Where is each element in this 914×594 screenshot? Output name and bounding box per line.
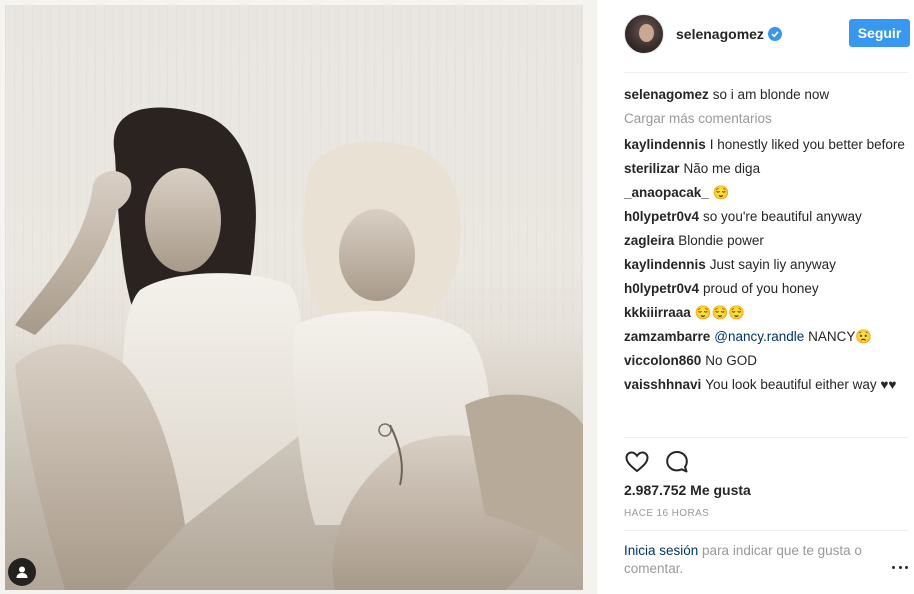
comment-item: zagleira Blondie power [624,232,908,250]
comment-author[interactable]: zagleira [624,233,674,248]
header-divider [624,72,908,73]
comment-author[interactable]: kaylindennis [624,137,706,152]
comment-author[interactable]: h0lypetr0v4 [624,281,699,296]
comment-mention-link[interactable]: @nancy.randle [714,329,804,344]
login-divider [624,530,908,531]
avatar[interactable] [624,14,664,54]
comment-icon[interactable] [664,449,690,475]
comment-text: Não me diga [683,161,761,176]
comment-text: Just sayin liy anyway [709,257,836,272]
comment-item: kaylindennis I honestly liked you better … [624,136,908,154]
user-silhouette-icon [16,566,28,578]
likes-count[interactable]: 2.987.752 Me gusta [624,482,751,498]
comment-text: 😌😌😌 [694,305,746,320]
post-actions [624,448,704,476]
comment-author[interactable]: kkkiiirraaa [624,305,691,320]
user-tag-icon[interactable] [8,558,36,586]
comment-text: so you're beautiful anyway [703,209,862,224]
comment-item: _anaopacak_ 😌 [624,184,908,202]
comment-text: I honestly liked you better before [709,137,905,152]
photo-frame [0,0,597,594]
more-options-icon[interactable] [892,560,908,574]
caption-text: so i am blonde now [712,87,830,102]
post-timestamp: HACE 16 HORAS [624,508,710,519]
post-photo[interactable] [5,5,583,590]
checkmark-icon [771,31,779,38]
comment-author[interactable]: zamzambarre [624,329,710,344]
comment-item: sterilizar Não me diga [624,160,908,178]
comment-item: vaisshhnavi You look beautiful either way… [624,376,908,394]
comment-text: Blondie power [678,233,764,248]
heart-icon[interactable] [624,449,650,475]
post-photo-pane [0,0,600,594]
post-header: selenagomez Seguir [624,12,914,56]
comment-item: zamzambarre @nancy.randle NANCY😟 [624,328,908,346]
more-dot [898,565,902,569]
comment-author[interactable]: _anaopacak_ [624,185,709,200]
comment-item: viccolon860 No GOD [624,352,908,370]
comment-item: kaylindennis Just sayin liy anyway [624,256,908,274]
comment-author[interactable]: viccolon860 [624,353,701,368]
more-dot [905,565,908,569]
comment-text: 😌 [712,185,730,200]
comment-item: kkkiiirraaa 😌😌😌 [624,304,908,322]
actions-divider [624,437,908,438]
comment-text: No GOD [705,353,758,368]
comment-author[interactable]: vaisshhnavi [624,377,701,392]
login-prompt: Inicia sesión para indicar que te gusta … [624,542,874,578]
post-sidebar: selenagomez Seguir selenagomez so i am bl… [600,0,914,594]
comment-item: h0lypetr0v4 so you're beautiful anyway [624,208,908,226]
load-more-comments-link[interactable]: Cargar más comentarios [624,110,908,128]
comment-text: proud of you honey [703,281,819,296]
username-label[interactable]: selenagomez [676,26,764,42]
verified-badge-icon [767,27,782,41]
comment-author[interactable]: sterilizar [624,161,680,176]
comment-item: h0lypetr0v4 proud of you honey [624,280,908,298]
header-username[interactable]: selenagomez [676,26,782,42]
comment-text: NANCY😟 [804,329,873,344]
caption: selenagomez so i am blonde now [624,86,908,104]
login-link[interactable]: Inicia sesión [624,543,698,558]
comment-text: You look beautiful either way ♥♥ [705,377,897,392]
more-dot [892,565,895,569]
photo-illustration [15,107,583,590]
comment-author[interactable]: kaylindennis [624,257,706,272]
comments-list: selenagomez so i am blonde now Cargar más… [624,86,908,400]
caption-author[interactable]: selenagomez [624,87,709,102]
comment-author[interactable]: h0lypetr0v4 [624,209,699,224]
follow-button[interactable]: Seguir [849,19,910,47]
